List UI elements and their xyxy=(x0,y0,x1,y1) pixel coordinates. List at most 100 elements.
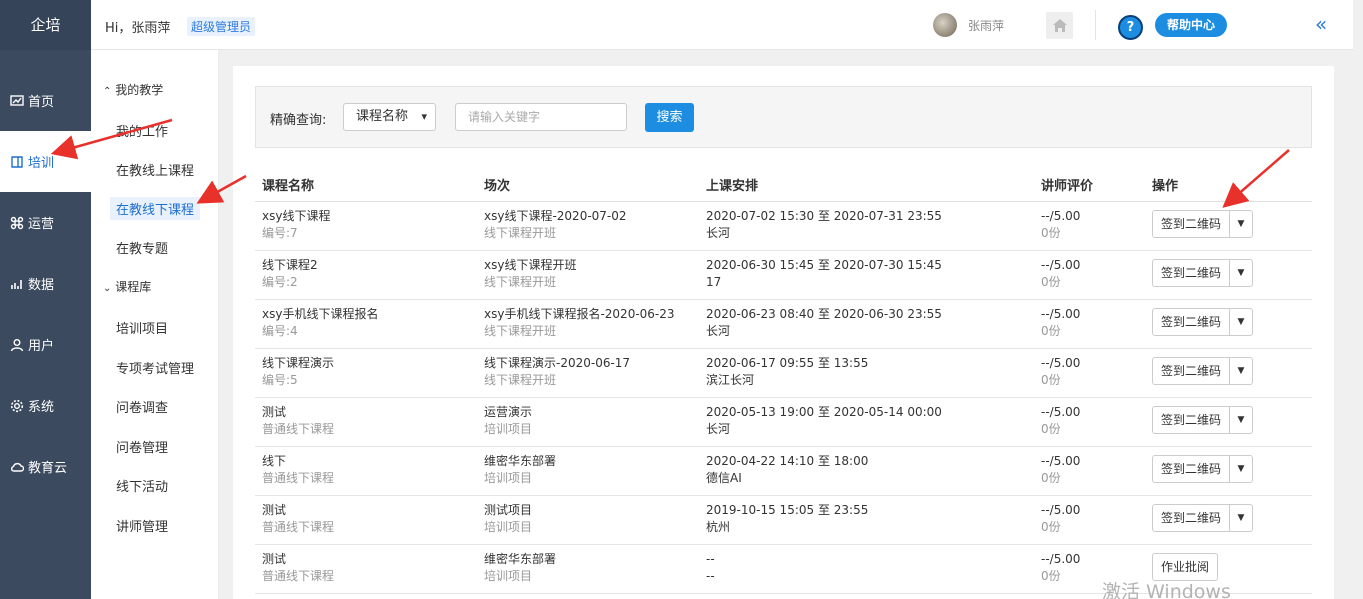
command-icon xyxy=(9,215,25,231)
help-icon[interactable]: ? xyxy=(1118,15,1143,40)
checkin-qr-button[interactable]: 签到二维码 xyxy=(1153,407,1231,433)
rating-score: --/5.00 xyxy=(1041,307,1081,321)
course-code: 普通线下课程 xyxy=(262,422,335,436)
checkin-qr-button[interactable]: 签到二维码 xyxy=(1153,358,1231,384)
course-name: xsy线下课程 xyxy=(262,209,331,223)
course-name: 线下 xyxy=(262,454,287,468)
checkin-qr-button[interactable]: 签到二维码 xyxy=(1153,309,1231,335)
nav-item-1[interactable]: 培训 xyxy=(0,131,91,192)
nav-item-6[interactable]: 教育云 xyxy=(0,436,91,497)
schedule-place: 德信AI xyxy=(706,471,742,485)
session-cell: 维密华东部署 培训项目 xyxy=(484,453,556,487)
scrollbar[interactable] xyxy=(1353,0,1363,599)
schedule-time: 2020-06-30 15:45 至 2020-07-30 15:45 xyxy=(706,258,942,272)
session-name: 维密华东部署 xyxy=(484,454,557,468)
caret-down-icon[interactable]: ▼ xyxy=(1230,456,1252,482)
rating-count: 0份 xyxy=(1041,226,1061,240)
nav-item-5[interactable]: 系统 xyxy=(0,375,91,436)
avatar[interactable] xyxy=(933,13,957,37)
session-type: 培训项目 xyxy=(484,422,533,436)
subnav-item-2[interactable]: 在教线下课程 xyxy=(110,197,201,220)
session-name: xsy手机线下课程报名-2020-06-23 xyxy=(484,307,675,321)
table-row: 线下 普通线下课程 维密华东部署 培训项目 2020-04-22 14:10 至 18:… xyxy=(255,447,1312,496)
nav-item-label: 培训 xyxy=(28,156,55,171)
session-cell: xsy线下课程-2020-07-02 线下课程开班 xyxy=(484,208,627,242)
caret-down-icon[interactable]: ▼ xyxy=(1230,211,1252,237)
subnav-group-course-library[interactable]: ⌄ 课程库 xyxy=(103,278,151,295)
course-name-cell: 线下课程演示 编号:5 xyxy=(262,355,334,389)
action-button-group: 签到二维码 ▼ xyxy=(1152,259,1254,287)
nav-item-4[interactable]: 用户 xyxy=(0,314,91,375)
schedule-time: 2020-07-02 15:30 至 2020-07-31 23:55 xyxy=(706,209,942,223)
home-button[interactable] xyxy=(1046,12,1073,39)
subnav-library-item-2[interactable]: 问卷调查 xyxy=(116,397,168,416)
checkin-qr-button[interactable]: 签到二维码 xyxy=(1153,211,1231,237)
chevron-down-icon: ⌄ xyxy=(103,283,112,294)
subnav-library-item-1[interactable]: 专项考试管理 xyxy=(116,358,194,377)
course-name-cell: xsy线下课程 编号:7 xyxy=(262,208,330,242)
schedule-cell: 2020-06-30 15:45 至 2020-07-30 15:45 17 xyxy=(706,257,942,291)
schedule-cell: 2020-06-23 08:40 至 2020-06-30 23:55 长河 xyxy=(706,306,942,340)
subnav-library-item-0[interactable]: 培训项目 xyxy=(116,318,168,337)
collapse-icon[interactable]: « xyxy=(1315,14,1327,34)
subnav-library-item-3[interactable]: 问卷管理 xyxy=(116,437,168,456)
search-field-select[interactable]: 课程名称 ▾ xyxy=(343,103,436,131)
schedule-cell: 2020-05-13 19:00 至 2020-05-14 00:00 长河 xyxy=(706,404,942,438)
course-name: 线下课程2 xyxy=(262,258,318,272)
nav-item-3[interactable]: 数据 xyxy=(0,253,91,314)
course-name-cell: 线下课程2 编号:2 xyxy=(262,257,318,291)
search-input[interactable] xyxy=(455,103,627,131)
course-code: 编号:4 xyxy=(262,324,298,338)
session-type: 线下课程开班 xyxy=(484,275,557,289)
subnav-library-item-4[interactable]: 线下活动 xyxy=(116,476,168,495)
course-code: 编号:7 xyxy=(262,226,298,240)
schedule-place: 长河 xyxy=(706,422,731,436)
course-name: 线下课程演示 xyxy=(262,356,335,370)
rating-count: 0份 xyxy=(1041,520,1061,534)
course-name-cell: 测试 普通线下课程 xyxy=(262,551,334,585)
rating-cell: --/5.00 0份 xyxy=(1041,453,1080,487)
action-button-group: 签到二维码 ▼ xyxy=(1152,504,1254,532)
course-name-cell: 线下 普通线下课程 xyxy=(262,453,334,487)
chart-icon xyxy=(9,93,25,109)
table-row: 线下课程2 编号:2 xsy线下课程开班 线下课程开班 2020-06-30 15:45… xyxy=(255,251,1312,300)
subnav-item-3[interactable]: 在教专题 xyxy=(116,238,168,257)
course-name-cell: 测试 普通线下课程 xyxy=(262,502,334,536)
caret-down-icon[interactable]: ▼ xyxy=(1230,505,1252,531)
windows-watermark: 激活 Windows xyxy=(1102,581,1231,599)
session-type: 线下课程开班 xyxy=(484,226,557,240)
schedule-time: 2020-06-23 08:40 至 2020-06-30 23:55 xyxy=(706,307,942,321)
main-sidebar: 企培 首页培训运营 数据用户系统 教育云 xyxy=(0,0,91,599)
table-row: 测试 普通线下课程 运营演示 培训项目 2020-05-13 19:00 至 2020-… xyxy=(255,398,1312,447)
brand-logo: 企培 xyxy=(0,0,91,50)
rating-count: 0份 xyxy=(1041,324,1061,338)
session-name: 线下课程演示-2020-06-17 xyxy=(484,356,631,370)
subnav-item-0[interactable]: 我的工作 xyxy=(116,121,168,140)
subnav-group-teaching[interactable]: ⌃ 我的教学 xyxy=(103,81,163,98)
username[interactable]: 张雨萍 xyxy=(968,17,1004,34)
caret-down-icon[interactable]: ▼ xyxy=(1230,358,1252,384)
course-name: 测试 xyxy=(262,503,287,517)
search-button[interactable]: 搜索 xyxy=(645,103,694,132)
help-center-button[interactable]: 帮助中心 xyxy=(1155,13,1228,37)
rating-cell: --/5.00 0份 xyxy=(1041,306,1080,340)
caret-down-icon[interactable]: ▼ xyxy=(1230,407,1252,433)
action-button-group: 签到二维码 ▼ xyxy=(1152,210,1254,238)
session-type: 线下课程开班 xyxy=(484,373,557,387)
session-cell: 运营演示 培训项目 xyxy=(484,404,532,438)
nav-item-2[interactable]: 运营 xyxy=(0,192,91,253)
subnav-library-item-5[interactable]: 讲师管理 xyxy=(116,516,168,535)
caret-down-icon[interactable]: ▼ xyxy=(1230,309,1252,335)
nav-item-label: 用户 xyxy=(28,339,55,354)
caret-down-icon[interactable]: ▼ xyxy=(1230,260,1252,286)
checkin-qr-button[interactable]: 签到二维码 xyxy=(1153,260,1231,286)
checkin-qr-button[interactable]: 签到二维码 xyxy=(1153,505,1231,531)
course-name-cell: 测试 普通线下课程 xyxy=(262,404,334,438)
nav-item-0[interactable]: 首页 xyxy=(0,70,91,131)
checkin-qr-button[interactable]: 签到二维码 xyxy=(1153,456,1231,482)
course-code: 编号:5 xyxy=(262,373,298,387)
course-name: xsy手机线下课程报名 xyxy=(262,307,379,321)
schedule-time: 2019-10-15 15:05 至 23:55 xyxy=(706,503,869,517)
subnav-item-1[interactable]: 在教线上课程 xyxy=(116,160,194,179)
rating-score: --/5.00 xyxy=(1041,454,1081,468)
